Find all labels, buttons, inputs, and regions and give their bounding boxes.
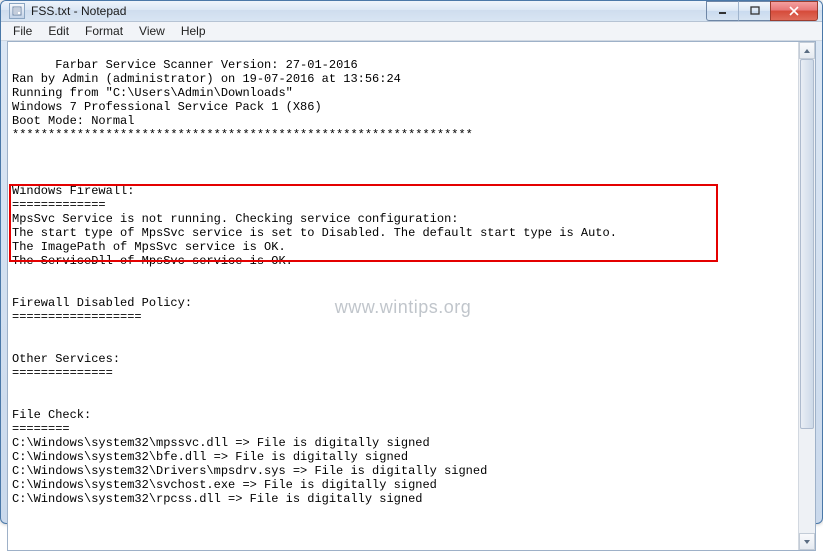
maximize-button[interactable] xyxy=(738,1,770,21)
watermark-text: www.wintips.org xyxy=(335,300,472,314)
scroll-thumb[interactable] xyxy=(800,59,814,429)
menu-help[interactable]: Help xyxy=(173,22,214,40)
file-content: Farbar Service Scanner Version: 27-01-20… xyxy=(12,58,617,506)
titlebar[interactable]: FSS.txt - Notepad xyxy=(1,1,822,21)
minimize-button[interactable] xyxy=(706,1,738,21)
notepad-icon xyxy=(9,3,25,19)
text-editor[interactable]: Farbar Service Scanner Version: 27-01-20… xyxy=(8,42,798,550)
scroll-down-arrow[interactable] xyxy=(799,533,815,550)
menu-edit[interactable]: Edit xyxy=(40,22,77,40)
scroll-up-arrow[interactable] xyxy=(799,42,815,59)
menu-view[interactable]: View xyxy=(131,22,173,40)
menubar: File Edit Format View Help xyxy=(1,21,822,41)
menu-format[interactable]: Format xyxy=(77,22,131,40)
vertical-scrollbar[interactable] xyxy=(798,42,815,550)
close-button[interactable] xyxy=(770,1,818,21)
scroll-track[interactable] xyxy=(799,59,815,533)
window-buttons xyxy=(706,1,818,21)
window-frame: FSS.txt - Notepad File Edit Format View … xyxy=(0,0,823,524)
menu-file[interactable]: File xyxy=(5,22,40,40)
window-title: FSS.txt - Notepad xyxy=(31,4,706,18)
content-area: Farbar Service Scanner Version: 27-01-20… xyxy=(7,41,816,551)
